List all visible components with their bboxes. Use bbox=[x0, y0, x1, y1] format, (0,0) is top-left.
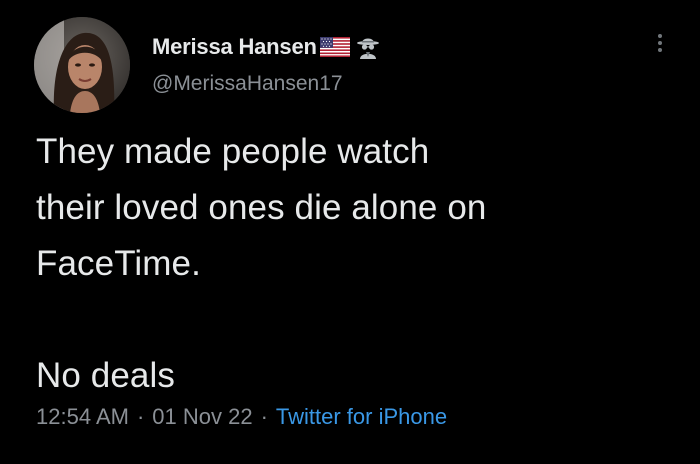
avatar[interactable] bbox=[34, 17, 130, 113]
more-options-icon bbox=[658, 34, 662, 38]
display-name[interactable]: Merissa Hansen bbox=[152, 34, 317, 60]
tweet-time[interactable]: 12:54 AM bbox=[36, 404, 129, 430]
tweet-text-line: They made people watch bbox=[36, 132, 430, 171]
profile-photo bbox=[34, 17, 130, 113]
more-options-icon bbox=[658, 48, 662, 52]
tweet-text-line: FaceTime. bbox=[36, 244, 201, 283]
name-row: Merissa Hansen bbox=[152, 34, 380, 60]
tweet-text-line: their loved ones die alone on bbox=[36, 188, 487, 227]
separator-dot: · bbox=[260, 404, 268, 429]
tweet-text: They made people watch their loved ones … bbox=[36, 124, 656, 404]
username-handle[interactable]: @MerissaHansen17 bbox=[152, 72, 343, 96]
tweet-text-line: No deals bbox=[36, 356, 175, 395]
more-options-icon bbox=[658, 41, 662, 45]
separator-dot: · bbox=[136, 404, 145, 429]
tweet: Merissa Hansen @MerissaHansen17 They mad… bbox=[0, 0, 700, 464]
tweet-metadata: 12:54 AM · 01 Nov 22 · Twitter for iPhon… bbox=[36, 404, 447, 430]
spy-icon bbox=[356, 35, 380, 59]
more-options-button[interactable] bbox=[652, 34, 668, 60]
tweet-date[interactable]: 01 Nov 22 bbox=[152, 404, 252, 430]
us-flag-icon bbox=[319, 37, 350, 57]
tweet-source-link[interactable]: Twitter for iPhone bbox=[276, 404, 447, 430]
